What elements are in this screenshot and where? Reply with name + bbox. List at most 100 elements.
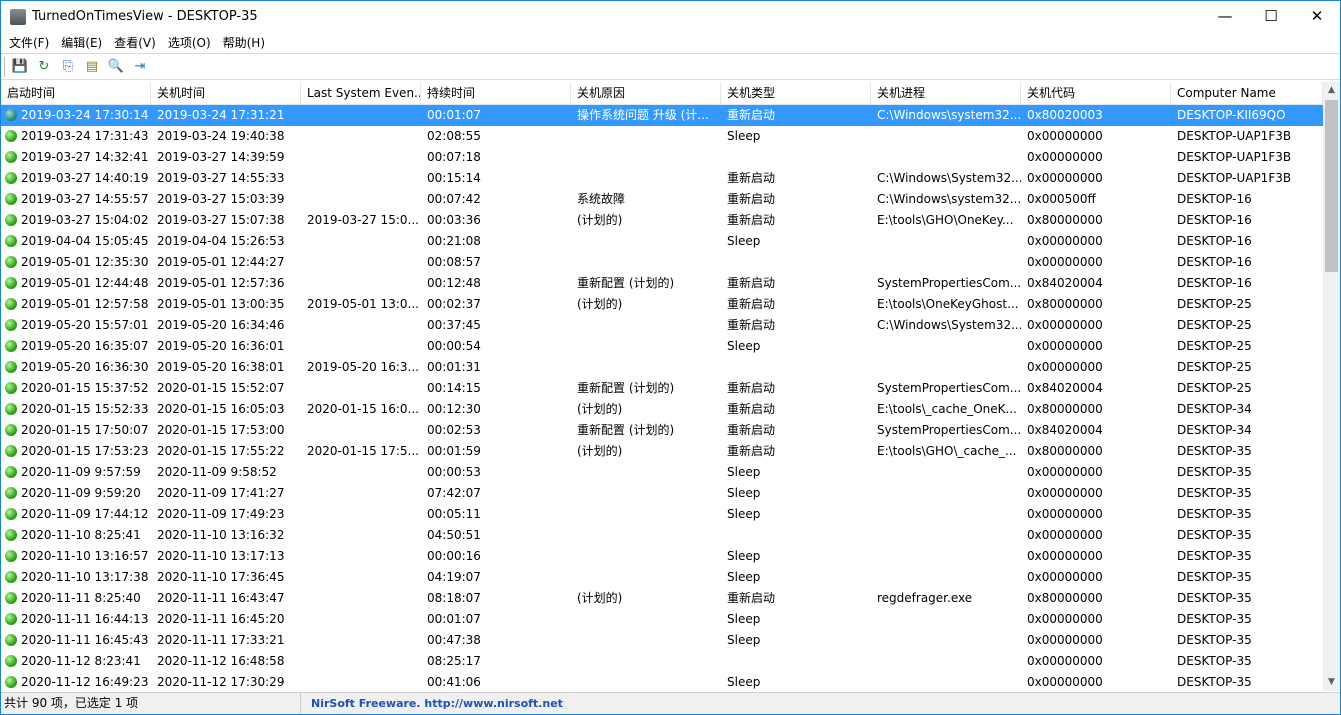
scroll-thumb[interactable] <box>1325 100 1338 272</box>
cell-text: E:\tools\_cache_OneK... <box>877 402 1017 416</box>
table-row[interactable]: 2020-11-10 13:17:38 2020-11-10 17:36:45 04… <box>1 567 1323 588</box>
cell-text: 0x00000000 <box>1027 150 1103 164</box>
vertical-scrollbar[interactable]: ▲ ▼ <box>1323 82 1340 691</box>
table-row[interactable]: 2019-05-20 15:57:01 2019-05-20 16:34:46 00… <box>1 315 1323 336</box>
menu-item[interactable]: 帮助(H) <box>217 34 271 51</box>
cell-text: 重新启动 <box>727 171 776 185</box>
cell-start-time: 2019-05-01 12:35:30 <box>1 252 151 273</box>
table-row[interactable]: 2019-05-20 16:35:07 2019-05-20 16:36:01 00… <box>1 336 1323 357</box>
column-header[interactable]: 关机类型 <box>721 82 871 105</box>
table-row[interactable]: 2020-11-11 16:44:13 2020-11-11 16:45:20 00… <box>1 609 1323 630</box>
cell-text: Sleep <box>727 570 761 584</box>
cell-duration: 02:08:55 <box>421 126 571 147</box>
cell-code: 0x84020004 <box>1021 273 1171 294</box>
nirsoft-link[interactable]: NirSoft Freeware. http://www.nirsoft.net <box>301 697 563 710</box>
table-row[interactable]: 2020-11-11 16:45:43 2020-11-11 17:33:21 00… <box>1 630 1323 651</box>
cell-last-system-event <box>301 651 421 672</box>
table-row[interactable]: 2020-01-15 17:53:23 2020-01-15 17:55:22 20… <box>1 441 1323 462</box>
scroll-down-button[interactable]: ▼ <box>1323 674 1340 691</box>
cell-text: regdefrager.exe <box>877 591 973 605</box>
cell-process <box>871 525 1021 546</box>
cell-computer-name: DESKTOP-35 <box>1171 588 1323 609</box>
cell-start-time: 2019-03-24 17:31:43 <box>1 126 151 147</box>
maximize-button[interactable]: ☐ <box>1248 1 1294 31</box>
scroll-up-button[interactable]: ▲ <box>1323 82 1340 99</box>
cell-duration: 00:00:53 <box>421 462 571 483</box>
table-row[interactable]: 2020-11-12 8:23:41 2020-11-12 16:48:58 08:… <box>1 651 1323 672</box>
table-row[interactable]: 2019-05-01 12:57:58 2019-05-01 13:00:35 20… <box>1 294 1323 315</box>
menu-item[interactable]: 选项(O) <box>162 34 217 51</box>
table-row[interactable]: 2019-03-27 15:04:02 2019-03-27 15:07:38 20… <box>1 210 1323 231</box>
status-dot-icon <box>5 655 17 667</box>
column-header[interactable]: 关机进程 <box>871 82 1021 105</box>
table-row[interactable]: 2020-11-12 16:49:23 2020-11-12 17:30:29 00… <box>1 672 1323 691</box>
table-row[interactable]: 2020-11-11 8:25:40 2020-11-11 16:43:47 08:… <box>1 588 1323 609</box>
table-row[interactable]: 2019-03-24 17:30:14 2019-03-24 17:31:21 00… <box>1 105 1323 126</box>
cell-shutdown-time: 2020-11-10 17:36:45 <box>151 567 301 588</box>
cell-last-system-event <box>301 252 421 273</box>
cell-text: E:\tools\GHO\_cache_... <box>877 444 1017 458</box>
table-row[interactable]: 2019-03-27 14:32:41 2019-03-27 14:39:59 00… <box>1 147 1323 168</box>
table-row[interactable]: 2020-11-09 9:57:59 2020-11-09 9:58:52 00:0… <box>1 462 1323 483</box>
cell-code: 0x00000000 <box>1021 231 1171 252</box>
properties-icon[interactable]: ▤ <box>83 58 101 76</box>
exit-icon[interactable]: ⇥ <box>131 58 149 76</box>
cell-computer-name: DESKTOP-35 <box>1171 567 1323 588</box>
cell-shutdown-time: 2019-03-27 14:39:59 <box>151 147 301 168</box>
table-row[interactable]: 2019-03-24 17:31:43 2019-03-24 19:40:38 02… <box>1 126 1323 147</box>
cell-last-system-event: 2020-01-15 17:5... <box>301 441 421 462</box>
menu-item[interactable]: 文件(F) <box>3 34 55 51</box>
cell-text: DESKTOP-35 <box>1177 444 1252 458</box>
table-row[interactable]: 2019-03-27 14:40:19 2019-03-27 14:55:33 00… <box>1 168 1323 189</box>
column-header[interactable]: Last System Even... <box>301 82 421 105</box>
column-header[interactable]: 关机代码 <box>1021 82 1171 105</box>
status-dot-icon <box>5 235 17 247</box>
table-row[interactable]: 2020-01-15 15:52:33 2020-01-15 16:05:03 20… <box>1 399 1323 420</box>
column-header[interactable]: 关机时间 <box>151 82 301 105</box>
cell-text: 07:42:07 <box>427 486 481 500</box>
cell-start-time: 2019-05-20 16:35:07 <box>1 336 151 357</box>
column-header[interactable]: 启动时间 <box>1 82 151 105</box>
table-row[interactable]: 2020-01-15 15:37:52 2020-01-15 15:52:07 00… <box>1 378 1323 399</box>
cell-type: 重新启动 <box>721 378 871 399</box>
shutdown-list[interactable]: 启动时间 关机时间 Last System Even... 持续时间 关机原因 关机类型关… <box>1 82 1323 691</box>
table-row[interactable]: 2019-04-04 15:05:45 2019-04-04 15:26:53 00… <box>1 231 1323 252</box>
column-header[interactable]: 关机原因 <box>571 82 721 105</box>
table-row[interactable]: 2019-03-27 14:55:57 2019-03-27 15:03:39 00… <box>1 189 1323 210</box>
minimize-button[interactable]: — <box>1202 1 1248 31</box>
menu-bar: 文件(F) 编辑(E) 查看(V) 选项(O) 帮助(H) <box>1 32 1340 52</box>
toolbar-grip <box>4 56 5 77</box>
cell-computer-name: DESKTOP-35 <box>1171 441 1323 462</box>
find-icon[interactable]: 🔍 <box>107 58 125 76</box>
copy-icon[interactable]: ⎘ <box>59 58 77 76</box>
column-header[interactable]: Computer Name <box>1171 82 1323 105</box>
table-row[interactable]: 2020-11-09 17:44:12 2020-11-09 17:49:23 00… <box>1 504 1323 525</box>
table-row[interactable]: 2020-11-10 13:16:57 2020-11-10 13:17:13 00… <box>1 546 1323 567</box>
table-row[interactable]: 2019-05-01 12:44:48 2019-05-01 12:57:36 00… <box>1 273 1323 294</box>
table-row[interactable]: 2020-01-15 17:50:07 2020-01-15 17:53:00 00… <box>1 420 1323 441</box>
refresh-icon[interactable]: ↻ <box>35 58 53 76</box>
cell-process: SystemPropertiesCom... <box>871 378 1021 399</box>
table-row[interactable]: 2020-11-10 8:25:41 2020-11-10 13:16:32 04:… <box>1 525 1323 546</box>
cell-last-system-event <box>301 168 421 189</box>
table-row[interactable]: 2019-05-01 12:35:30 2019-05-01 12:44:27 00… <box>1 252 1323 273</box>
table-row[interactable]: 2019-05-20 16:36:30 2019-05-20 16:38:01 20… <box>1 357 1323 378</box>
menu-item[interactable]: 编辑(E) <box>55 34 108 51</box>
close-button[interactable]: ✕ <box>1294 1 1340 31</box>
cell-computer-name: DESKTOP-25 <box>1171 294 1323 315</box>
cell-text: 重新启动 <box>727 402 776 416</box>
column-header[interactable]: 持续时间 <box>421 82 571 105</box>
cell-computer-name: DESKTOP-25 <box>1171 357 1323 378</box>
cell-shutdown-time: 2020-11-09 17:41:27 <box>151 483 301 504</box>
cell-text: 2019-05-01 12:44:48 <box>21 276 149 290</box>
save-icon[interactable]: 💾 <box>11 58 29 76</box>
cell-text: 2020-01-15 17:55:22 <box>157 444 285 458</box>
cell-start-time: 2020-11-11 16:45:43 <box>1 630 151 651</box>
cell-shutdown-time: 2019-03-27 15:07:38 <box>151 210 301 231</box>
menu-item[interactable]: 查看(V) <box>108 34 162 51</box>
status-dot-icon <box>5 592 17 604</box>
cell-reason <box>571 504 721 525</box>
table-row[interactable]: 2020-11-09 9:59:20 2020-11-09 17:41:27 07:… <box>1 483 1323 504</box>
cell-duration: 00:07:18 <box>421 147 571 168</box>
cell-text: 08:18:07 <box>427 591 481 605</box>
